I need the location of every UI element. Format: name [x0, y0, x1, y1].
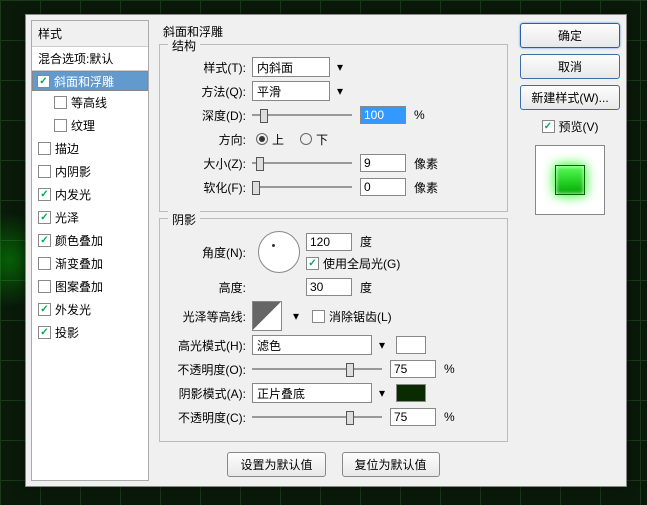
dropdown-icon[interactable]: ▾	[374, 384, 390, 402]
soften-input[interactable]: 0	[360, 178, 406, 196]
sidebar-item-gradient-overlay[interactable]: 渐变叠加	[32, 252, 148, 275]
main-settings-panel: 斜面和浮雕 结构 样式(T):内斜面▾ 方法(Q):平滑▾ 深度(D):100%…	[149, 15, 518, 486]
altitude-label: 高度:	[170, 279, 252, 296]
checkbox-icon[interactable]	[54, 119, 67, 132]
reset-default-button[interactable]: 复位为默认值	[342, 452, 440, 477]
size-slider[interactable]	[252, 154, 352, 172]
cancel-button[interactable]: 取消	[520, 54, 620, 79]
panel-title: 斜面和浮雕	[159, 23, 508, 40]
depth-input[interactable]: 100	[360, 106, 406, 124]
sidebar-item-satin[interactable]: 光泽	[32, 206, 148, 229]
ok-button[interactable]: 确定	[520, 23, 620, 48]
checkbox-icon[interactable]	[54, 96, 67, 109]
angle-label: 角度(N):	[170, 244, 252, 261]
sidebar-item-inner-shadow[interactable]: 内阴影	[32, 160, 148, 183]
soften-label: 软化(F):	[170, 179, 252, 196]
highlight-mode-select[interactable]: 滤色	[252, 335, 372, 355]
angle-input[interactable]: 120	[306, 233, 352, 251]
sidebar-item-contour[interactable]: 等高线	[32, 91, 148, 114]
method-label: 方法(Q):	[170, 83, 252, 100]
depth-label: 深度(D):	[170, 107, 252, 124]
sidebar-item-drop-shadow[interactable]: 投影	[32, 321, 148, 344]
sidebar-item-stroke[interactable]: 描边	[32, 137, 148, 160]
checkbox-icon[interactable]	[38, 234, 51, 247]
preview-checkbox-row[interactable]: 预览(V)	[542, 118, 599, 135]
preview-checkbox[interactable]	[542, 120, 555, 133]
blend-options-item[interactable]: 混合选项:默认	[32, 47, 148, 71]
sidebar-item-outer-glow[interactable]: 外发光	[32, 298, 148, 321]
layer-style-dialog: 样式 混合选项:默认 斜面和浮雕 等高线 纹理 描边 内阴影 内发光 光泽 颜色…	[25, 14, 627, 487]
direction-up-radio[interactable]	[256, 133, 268, 145]
gloss-contour-label: 光泽等高线:	[170, 308, 252, 325]
shadow-opacity-label: 不透明度(C):	[170, 409, 252, 426]
gloss-contour-picker[interactable]	[252, 301, 282, 331]
checkbox-icon[interactable]	[38, 211, 51, 224]
highlight-color-swatch[interactable]	[396, 336, 426, 354]
angle-wheel[interactable]	[258, 231, 300, 273]
shadow-mode-label: 阴影模式(A):	[170, 385, 252, 402]
checkbox-icon[interactable]	[38, 188, 51, 201]
checkbox-icon[interactable]	[37, 75, 50, 88]
sidebar-item-texture[interactable]: 纹理	[32, 114, 148, 137]
altitude-input[interactable]: 30	[306, 278, 352, 296]
style-list-panel: 样式 混合选项:默认 斜面和浮雕 等高线 纹理 描边 内阴影 内发光 光泽 颜色…	[31, 20, 149, 481]
shadow-color-swatch[interactable]	[396, 384, 426, 402]
dropdown-icon[interactable]: ▾	[332, 58, 348, 76]
dropdown-icon[interactable]: ▾	[288, 307, 304, 325]
size-input[interactable]: 9	[360, 154, 406, 172]
checkbox-icon[interactable]	[38, 142, 51, 155]
soften-slider[interactable]	[252, 178, 352, 196]
sidebar-item-bevel[interactable]: 斜面和浮雕	[32, 71, 148, 91]
new-style-button[interactable]: 新建样式(W)...	[520, 85, 620, 110]
antialias-checkbox[interactable]	[312, 310, 325, 323]
method-select[interactable]: 平滑	[252, 81, 330, 101]
style-select[interactable]: 内斜面	[252, 57, 330, 77]
dropdown-icon[interactable]: ▾	[374, 336, 390, 354]
shadow-opacity-slider[interactable]	[252, 408, 382, 426]
sidebar-item-color-overlay[interactable]: 颜色叠加	[32, 229, 148, 252]
style-list-header: 样式	[32, 21, 148, 47]
checkbox-icon[interactable]	[38, 303, 51, 316]
direction-down-radio[interactable]	[300, 133, 312, 145]
highlight-opacity-slider[interactable]	[252, 360, 382, 378]
default-buttons-row: 设置为默认值 复位为默认值	[159, 452, 508, 477]
depth-slider[interactable]	[252, 106, 352, 124]
global-light-checkbox[interactable]	[306, 257, 319, 270]
size-label: 大小(Z):	[170, 155, 252, 172]
highlight-opacity-label: 不透明度(O):	[170, 361, 252, 378]
checkbox-icon[interactable]	[38, 165, 51, 178]
shadow-opacity-input[interactable]: 75	[390, 408, 436, 426]
checkbox-icon[interactable]	[38, 326, 51, 339]
side-button-panel: 确定 取消 新建样式(W)... 预览(V)	[518, 15, 626, 486]
set-default-button[interactable]: 设置为默认值	[227, 452, 325, 477]
checkbox-icon[interactable]	[38, 280, 51, 293]
checkbox-icon[interactable]	[38, 257, 51, 270]
dropdown-icon[interactable]: ▾	[332, 82, 348, 100]
highlight-opacity-input[interactable]: 75	[390, 360, 436, 378]
structure-group: 结构 样式(T):内斜面▾ 方法(Q):平滑▾ 深度(D):100% 方向:上下…	[159, 44, 508, 212]
preview-thumbnail	[535, 145, 605, 215]
style-label: 样式(T):	[170, 59, 252, 76]
shadow-group: 阴影 角度(N): 120度 使用全局光(G) 高度:30度 光泽等高线:▾消除…	[159, 218, 508, 442]
direction-label: 方向:	[170, 131, 252, 148]
sidebar-item-pattern-overlay[interactable]: 图案叠加	[32, 275, 148, 298]
shadow-mode-select[interactable]: 正片叠底	[252, 383, 372, 403]
sidebar-item-inner-glow[interactable]: 内发光	[32, 183, 148, 206]
highlight-mode-label: 高光模式(H):	[170, 337, 252, 354]
preview-swatch-icon	[555, 165, 585, 195]
